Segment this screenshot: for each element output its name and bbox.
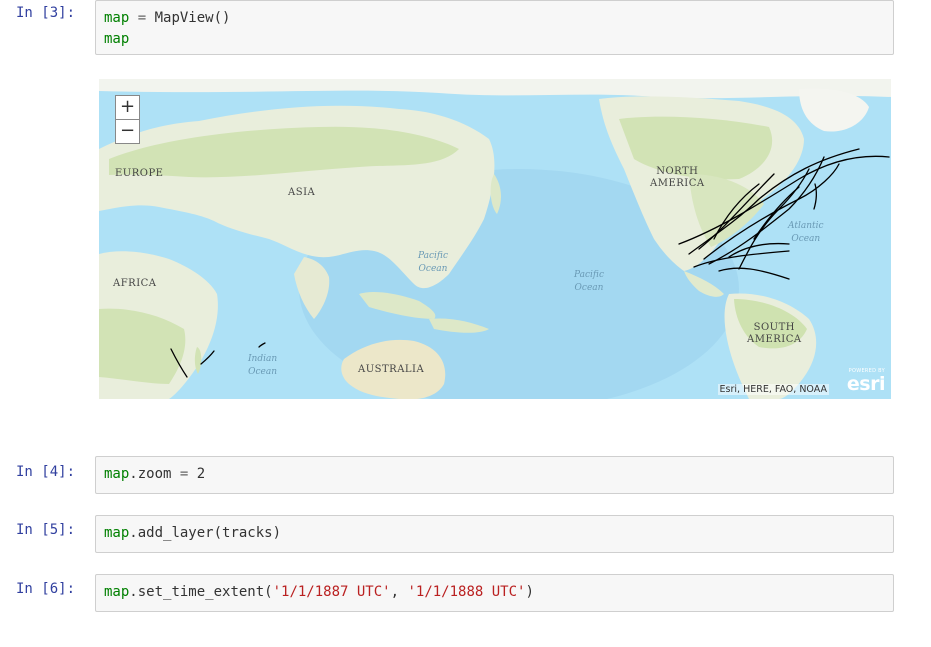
code-token: , [390, 584, 408, 600]
label-australia: AUSTRALIA [358, 364, 425, 375]
code-cell-5[interactable]: map.add_layer(tracks) [95, 515, 894, 553]
cell-prompt-6: In [6]: [16, 581, 76, 597]
cell-prompt-3: In [3]: [16, 5, 76, 21]
code-line: map.zoom = 2 [104, 464, 893, 485]
label-pacific-east-line1: Pacific [574, 270, 604, 280]
code-token: map [104, 10, 130, 26]
label-north-america-line1: NORTH [656, 166, 699, 177]
map-attribution[interactable]: Esri, HERE, FAO, NOAA [717, 384, 829, 395]
zoom-control: + − [115, 95, 140, 144]
code-cell-6[interactable]: map.set_time_extent('1/1/1887 UTC', '1/1… [95, 574, 894, 612]
label-atlantic: Atlantic Ocean [788, 220, 824, 246]
label-indian: Indian Ocean [248, 353, 277, 379]
label-north-america: NORTH AMERICA [650, 166, 705, 190]
code-token: map [104, 31, 130, 47]
code-token: map [104, 584, 130, 600]
label-pacific-east: Pacific Ocean [574, 269, 604, 295]
code-token: map [104, 466, 130, 482]
code-token: 2 [188, 466, 206, 482]
esri-logo-brand: esri [846, 373, 886, 395]
code-token: .set_time_extent( [129, 584, 273, 600]
label-pacific-west-line2: Ocean [418, 264, 448, 274]
code-token: '1/1/1888 UTC' [407, 584, 526, 600]
code-token: = [129, 10, 155, 26]
label-atlantic-line2: Ocean [791, 234, 821, 244]
code-cell-3[interactable]: map = MapView() map [95, 0, 894, 55]
zoom-in-button[interactable]: + [116, 96, 139, 119]
basemap [99, 79, 891, 399]
code-token: map [104, 525, 130, 541]
code-token: MapView() [154, 10, 231, 26]
code-token: ) [525, 584, 534, 600]
label-pacific-east-line2: Ocean [574, 283, 604, 293]
esri-logo[interactable]: POWERED BY esri [835, 368, 886, 395]
label-asia: ASIA [288, 187, 316, 198]
label-south-america-line2: AMERICA [747, 334, 802, 345]
code-line: map = MapView() [104, 8, 893, 29]
label-pacific-west-line1: Pacific [418, 251, 448, 261]
cell-prompt-4: In [4]: [16, 464, 76, 480]
label-europe: EUROPE [115, 168, 164, 179]
code-line: map.add_layer(tracks) [104, 523, 893, 544]
code-line: map [104, 29, 893, 50]
label-south-america-line1: SOUTH [753, 322, 795, 333]
label-north-america-line2: AMERICA [650, 178, 705, 189]
code-token: '1/1/1887 UTC' [272, 584, 391, 600]
zoom-out-button[interactable]: − [116, 119, 139, 143]
label-pacific-west: Pacific Ocean [418, 250, 448, 276]
label-africa: AFRICA [113, 278, 157, 289]
code-cell-4[interactable]: map.zoom = 2 [95, 456, 894, 494]
cell-prompt-5: In [5]: [16, 522, 76, 538]
label-south-america: SOUTH AMERICA [747, 322, 802, 346]
code-token: .zoom [129, 466, 180, 482]
map-view[interactable]: + − EUROPE ASIA AFRICA NORTH AMERICA SOU… [99, 79, 891, 399]
label-atlantic-line1: Atlantic [788, 221, 824, 231]
label-indian-line2: Ocean [248, 367, 278, 377]
label-indian-line1: Indian [248, 354, 278, 364]
code-token: .add_layer(tracks) [129, 525, 282, 541]
code-line: map.set_time_extent('1/1/1887 UTC', '1/1… [104, 582, 893, 603]
